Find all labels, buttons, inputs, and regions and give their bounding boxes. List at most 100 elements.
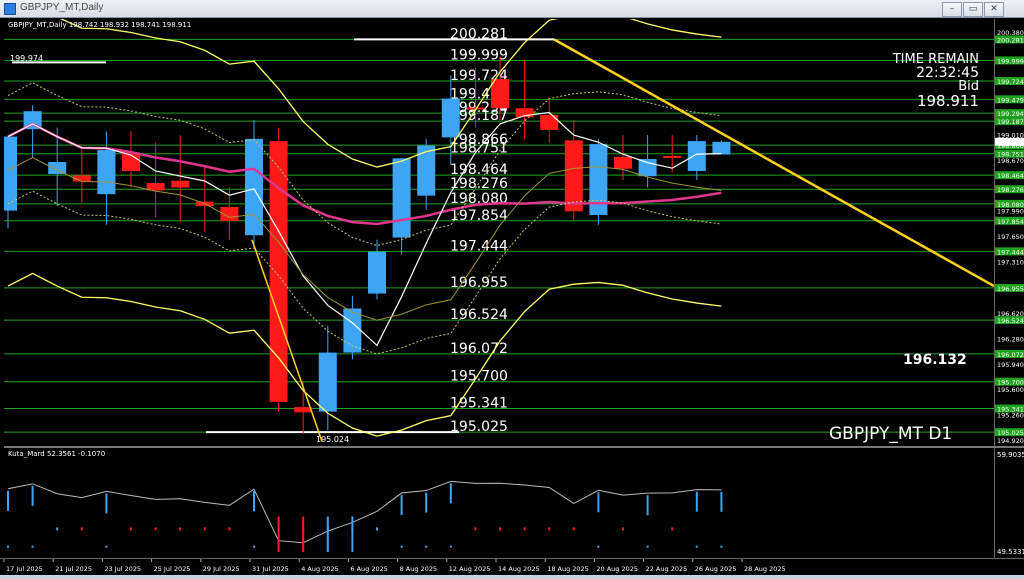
price-scale-tick: 199.724	[997, 78, 1024, 86]
indicator-pane[interactable]: Kuta_Mard 52.3561 -0.1070	[4, 448, 994, 558]
histogram-dot	[7, 545, 9, 548]
price-scale[interactable]: 200.380 200.281 199.999 199.724 199.479 199.2…	[994, 19, 1024, 446]
time-label: 6 Aug 2025	[350, 565, 388, 573]
highlight-level-label: 196.132	[903, 352, 967, 368]
bid-value: 198.911	[916, 92, 979, 110]
price-scale-tick: 198.276	[997, 186, 1024, 194]
price-scale-tick: 196.280	[997, 335, 1024, 343]
price-scale-tick: 197.990	[997, 208, 1024, 216]
lower-dotted-band	[7, 190, 722, 355]
price-scale-tick: 195.260	[997, 412, 1024, 420]
candle-body	[318, 352, 337, 412]
window-title: GBPJPY_MT,Daily	[20, 2, 104, 13]
histogram-dot	[646, 545, 649, 548]
candle-body	[269, 141, 288, 402]
price-chart[interactable]: 200.281 199.999 199.724 199.479 199.294 199.1…	[4, 19, 994, 446]
price-scale-tick: 199.999	[997, 57, 1024, 65]
candle-body	[687, 141, 706, 171]
time-label: 23 Jul 2025	[104, 565, 141, 573]
time-scale-canvas: 17 Jul 2025 21 Jul 2025 23 Jul 2025 25 Jul …	[3, 559, 786, 573]
histogram-dot	[130, 527, 132, 531]
top-left-level-label: 199.974	[10, 54, 44, 63]
time-label: 26 Aug 2025	[695, 565, 737, 573]
level-label: 199.999	[450, 47, 508, 63]
level-label: 196.524	[450, 307, 508, 323]
price-scale-tick: 197.650	[997, 233, 1024, 241]
price-scale-tick: 199.187	[997, 118, 1024, 126]
time-label: 4 Aug 2025	[301, 565, 339, 573]
histogram-dot	[203, 527, 206, 531]
price-scale-tick: 199.479	[997, 96, 1024, 104]
candle-body	[417, 145, 436, 196]
level-label: 197.854	[450, 208, 508, 224]
candle-body	[540, 114, 559, 130]
histogram-dot	[671, 527, 674, 531]
time-scale[interactable]: 17 Jul 2025 21 Jul 2025 23 Jul 2025 25 Jul …	[0, 558, 1024, 575]
time-label: 14 Aug 2025	[498, 565, 540, 573]
histogram-dot	[179, 527, 182, 531]
restore-button[interactable]: ▭	[963, 2, 983, 17]
candle-body	[638, 159, 657, 177]
price-scale-tick: 194.920	[997, 437, 1024, 445]
time-label: 22 Aug 2025	[646, 565, 688, 573]
level-label: 195.700	[450, 369, 508, 385]
histogram-dot	[425, 545, 428, 548]
histogram-dot	[597, 545, 600, 548]
candle-body	[48, 162, 67, 174]
bottom-level-label: 195.024	[316, 435, 350, 444]
price-scale-tick: 198.464	[997, 172, 1024, 180]
price-scale-tick: 195.940	[997, 361, 1024, 369]
lower-envelope-band	[7, 272, 722, 437]
minimize-button[interactable]: –	[942, 2, 962, 17]
price-scale-tick: 197.310	[997, 258, 1024, 266]
time-remain-panel: TIME REMAIN 22:32:45 Bid 198.911	[844, 52, 979, 109]
histogram-dot	[376, 527, 378, 531]
close-button[interactable]: ✕	[984, 2, 1004, 17]
histogram-dot	[499, 527, 501, 531]
chart-header: GBPJPY_MT,Daily 198.742 198.932 198.741 …	[8, 21, 192, 29]
price-scale-tick: 197.854	[997, 218, 1024, 226]
histogram-dot	[548, 527, 551, 531]
histogram-dot	[80, 527, 83, 531]
histogram-dot	[105, 545, 108, 548]
candle-body	[441, 98, 460, 138]
price-scale-tick: 198.670	[997, 157, 1024, 165]
candle-body	[171, 180, 190, 188]
candle-body	[712, 141, 731, 155]
time-label: 29 Jul 2025	[203, 565, 240, 573]
indicator-scale-bottom: 49.5331	[997, 548, 1024, 556]
price-scale-canvas: 200.380200.281199.999199.724199.479199.2…	[995, 29, 1024, 445]
time-label: 28 Aug 2025	[744, 565, 786, 573]
candle-body	[614, 156, 632, 169]
histogram-dot	[622, 527, 624, 531]
time-label: 31 Jul 2025	[252, 565, 289, 573]
time-label: 25 Jul 2025	[154, 565, 191, 573]
candle-body	[564, 140, 583, 212]
histogram-dot	[253, 545, 255, 548]
histogram-dot	[523, 527, 526, 531]
candle-body	[491, 79, 509, 109]
histogram-dot	[572, 527, 575, 531]
window-titlebar[interactable]: GBPJPY_MT,Daily – ▭ ✕	[0, 0, 1024, 18]
price-scale-tick: 196.955	[997, 285, 1024, 293]
white-moving-average	[7, 111, 722, 347]
price-scale-tick: 195.600	[997, 386, 1024, 394]
time-label: 18 Aug 2025	[547, 565, 589, 573]
chart-window-icon	[4, 3, 16, 15]
histogram-dot	[56, 527, 59, 531]
indicator-header: Kuta_Mard 52.3561 -0.1070	[8, 450, 106, 458]
symbol-label: GBPJPY_MT D1	[829, 424, 953, 444]
time-label: 8 Aug 2025	[400, 565, 438, 573]
histogram-dot	[31, 545, 34, 548]
time-label: 20 Aug 2025	[596, 565, 638, 573]
candle-body	[97, 150, 116, 195]
indicator-scale: 59.9035 49.5331	[994, 448, 1024, 558]
histogram-dot	[449, 545, 452, 548]
time-label: 21 Jul 2025	[55, 565, 92, 573]
oscillator-line	[7, 480, 722, 544]
level-label: 197.444	[450, 238, 508, 254]
price-scale-tick: 195.025	[997, 429, 1024, 437]
price-scale-tick: 200.281	[997, 36, 1024, 44]
candle-body	[294, 407, 313, 413]
price-scale-tick: 196.524	[997, 317, 1024, 325]
